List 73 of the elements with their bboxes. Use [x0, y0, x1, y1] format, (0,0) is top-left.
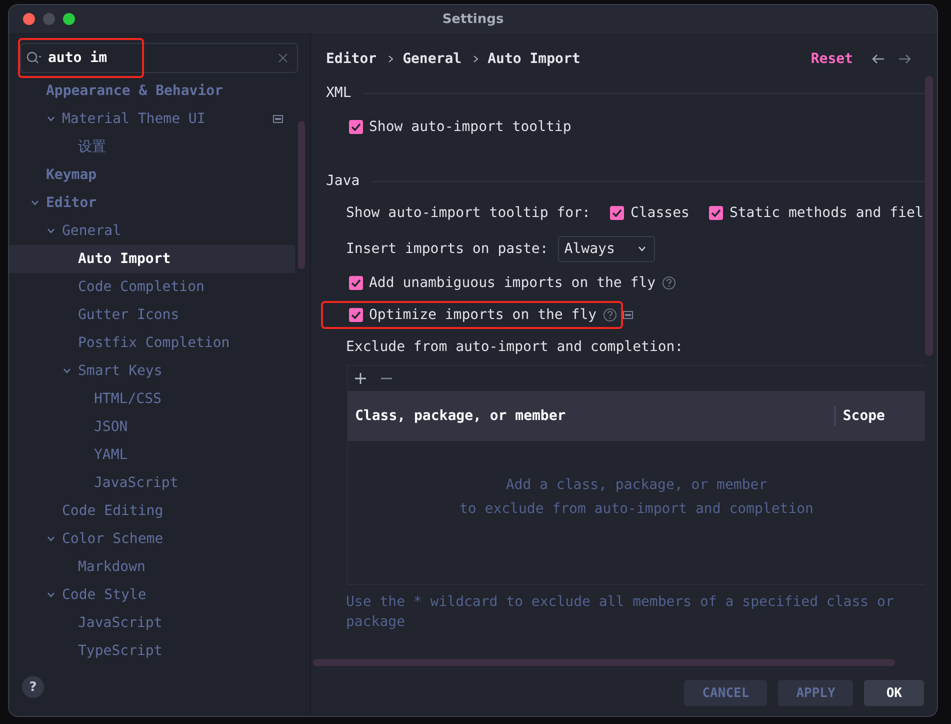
- tree-item[interactable]: HTML/CSS: [9, 385, 295, 413]
- scrollbar[interactable]: [298, 121, 305, 269]
- breadcrumb-item[interactable]: Editor: [326, 51, 377, 67]
- chevron-icon[interactable]: [47, 592, 55, 598]
- zoom-button[interactable]: [63, 13, 75, 25]
- section-title: XML: [326, 85, 352, 101]
- chevron-icon: [388, 55, 394, 63]
- checkbox[interactable]: [349, 120, 363, 134]
- chevron-icon[interactable]: [63, 368, 71, 374]
- dialog-button[interactable]: APPLY: [778, 680, 854, 706]
- tree-item[interactable]: Code Style: [9, 581, 295, 609]
- help-icon[interactable]: [662, 276, 676, 290]
- tree-item[interactable]: Auto Import: [9, 245, 295, 273]
- tree-item[interactable]: Gutter Icons: [9, 301, 295, 329]
- chevron-icon: [638, 246, 646, 252]
- back-arrow-icon[interactable]: [871, 54, 885, 64]
- tree-item[interactable]: JSON: [9, 413, 295, 441]
- scrollbar[interactable]: [925, 76, 933, 356]
- help-icon[interactable]: [602, 308, 617, 322]
- checkbox-label: Classes: [630, 205, 690, 221]
- chevron-icon[interactable]: [47, 228, 55, 234]
- checkbox[interactable]: [349, 276, 363, 290]
- checkbox[interactable]: [610, 206, 624, 220]
- ok-button[interactable]: OK: [864, 680, 924, 706]
- chevron-icon[interactable]: [47, 536, 55, 542]
- reset-link[interactable]: Reset: [810, 51, 853, 67]
- column-header[interactable]: Class, package, or member: [348, 406, 836, 426]
- checkbox-label: Optimize imports on the fly: [369, 307, 597, 323]
- tree-item[interactable]: Color Scheme: [9, 525, 295, 553]
- tree-item[interactable]: Material Theme UI: [9, 105, 295, 133]
- section-title: Java: [326, 173, 360, 189]
- dialog-button[interactable]: CANCEL: [684, 680, 768, 706]
- close-button[interactable]: [23, 13, 35, 25]
- breadcrumb-item[interactable]: Auto Import: [488, 51, 580, 67]
- hint-text: Use the * wildcard to exclude all members of a specified class or package: [346, 593, 895, 632]
- tree-item[interactable]: Smart Keys: [9, 357, 295, 385]
- empty-state-text: to exclude from auto-import and completion: [459, 500, 814, 519]
- tree-item[interactable]: JavaScript: [9, 609, 295, 637]
- search-field[interactable]: auto im: [20, 43, 298, 73]
- tree-item[interactable]: Keymap: [9, 161, 295, 189]
- clear-icon[interactable]: [278, 53, 288, 63]
- search-icon: [26, 51, 42, 65]
- tree-item[interactable]: YAML: [9, 441, 295, 469]
- window-title: Settings: [441, 12, 505, 26]
- tree-item[interactable]: JavaScript: [9, 469, 295, 497]
- field-label: Show auto-import tooltip for:: [346, 205, 590, 221]
- checkbox[interactable]: [349, 308, 363, 322]
- checkbox[interactable]: [709, 206, 724, 220]
- tree-item[interactable]: Code Editing: [9, 497, 295, 525]
- column-header[interactable]: Scope: [836, 406, 925, 426]
- chevron-icon[interactable]: [47, 116, 55, 122]
- add-icon[interactable]: [355, 373, 366, 384]
- checkbox-label: Show auto-import tooltip: [369, 119, 572, 135]
- help-button[interactable]: ?: [22, 676, 44, 698]
- tree-item[interactable]: Appearance & Behavior: [9, 77, 295, 105]
- scrollbar[interactable]: [313, 658, 895, 666]
- tree-item[interactable]: Markdown: [9, 553, 295, 581]
- tree-item[interactable]: 设置: [9, 133, 295, 161]
- breadcrumb-item[interactable]: General: [402, 51, 462, 67]
- chevron-icon: [472, 55, 479, 63]
- checkbox-label: Static methods and fiel: [729, 205, 924, 221]
- tree-item[interactable]: General: [9, 217, 295, 245]
- tree-item[interactable]: TypeScript: [9, 637, 295, 665]
- tree-item[interactable]: Editor: [9, 189, 295, 217]
- empty-state-text: Add a class, package, or member: [506, 476, 768, 495]
- tree-item[interactable]: Code Completion: [9, 273, 295, 301]
- checkbox-label: Add unambiguous imports on the fly: [369, 275, 656, 291]
- tree-item[interactable]: Postfix Completion: [9, 329, 295, 357]
- forward-arrow-icon[interactable]: [898, 54, 912, 64]
- field-label: Exclude from auto-import and completion:: [346, 339, 684, 355]
- field-label: Insert imports on paste:: [346, 241, 548, 257]
- dropdown[interactable]: Always: [558, 236, 656, 262]
- chevron-icon[interactable]: [31, 200, 39, 206]
